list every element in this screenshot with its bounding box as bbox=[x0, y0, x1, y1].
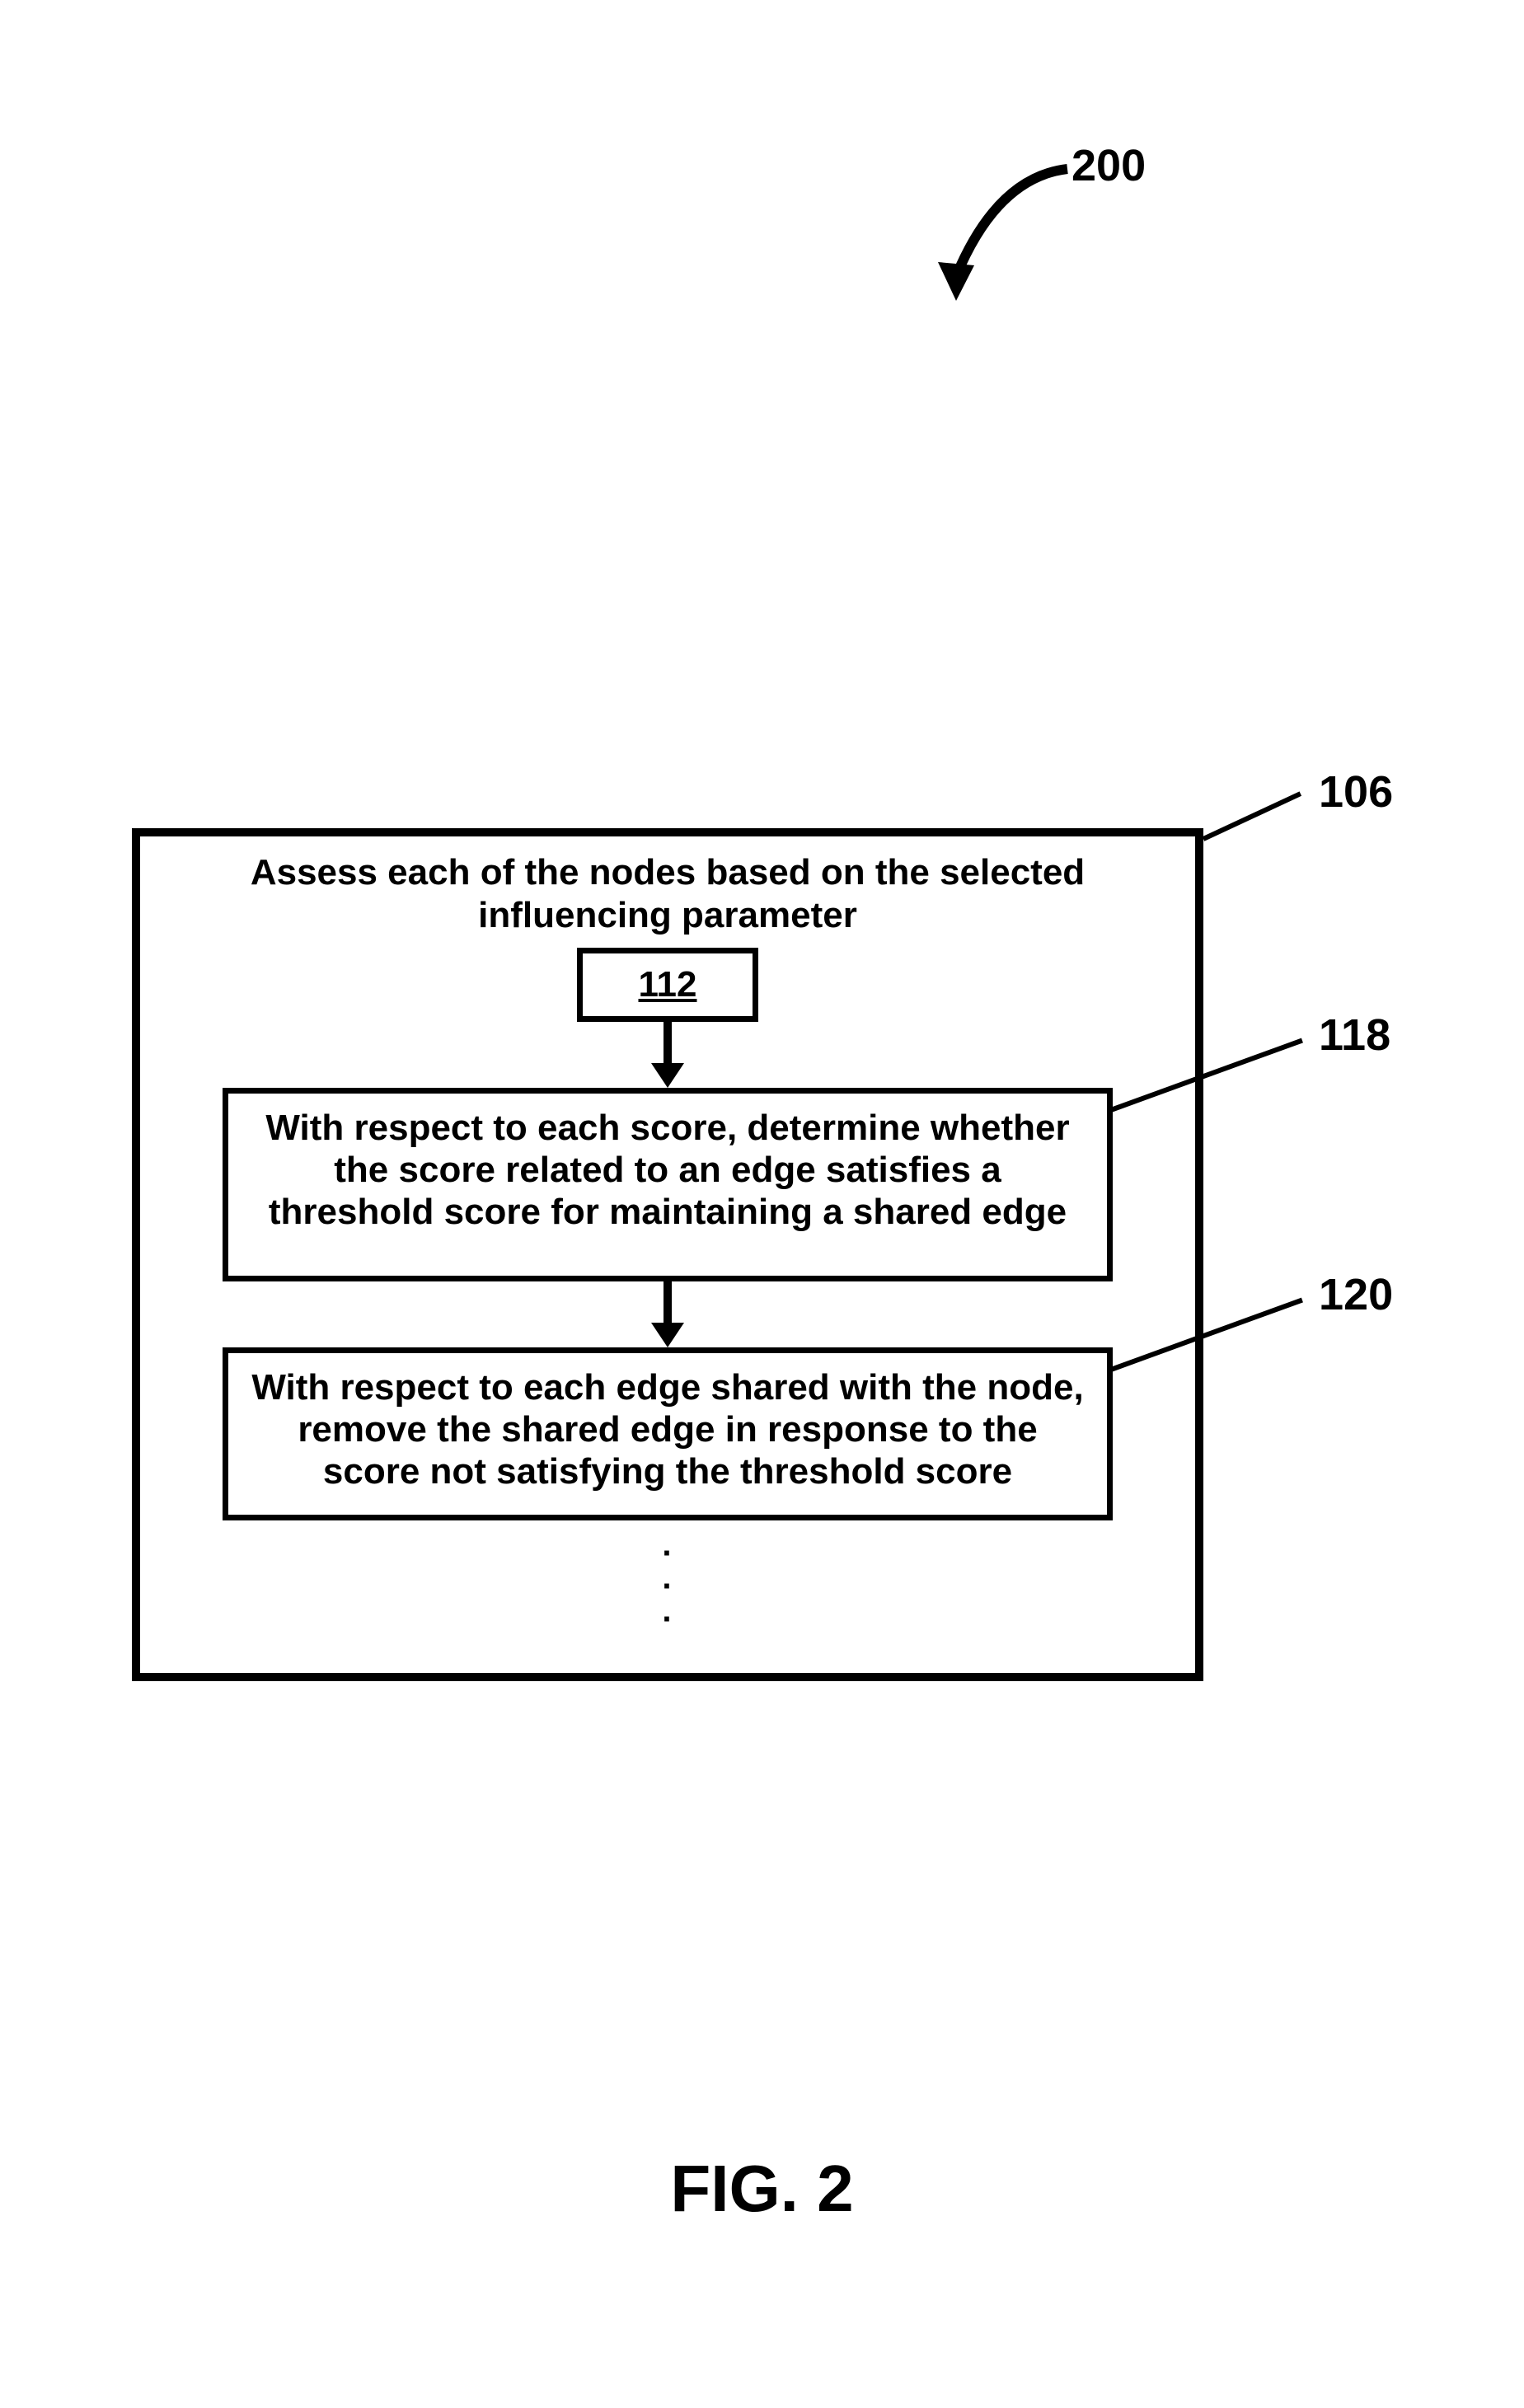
leader-line-106 bbox=[1203, 791, 1301, 841]
ref-label-120: 120 bbox=[1319, 1269, 1393, 1320]
step-118-text: With respect to each score, determine wh… bbox=[265, 1108, 1069, 1232]
ref-label-200: 200 bbox=[1071, 140, 1146, 191]
step-120-text: With respect to each edge shared with th… bbox=[251, 1367, 1083, 1492]
ref-label-106: 106 bbox=[1319, 766, 1393, 818]
curved-arrow-icon bbox=[907, 157, 1080, 321]
step-box-118: With respect to each score, determine wh… bbox=[223, 1088, 1113, 1281]
step-box-120: With respect to each edge shared with th… bbox=[223, 1347, 1113, 1520]
ref-box-112-label: 112 bbox=[639, 964, 697, 1005]
continuation-dots-icon: ··· bbox=[662, 1537, 673, 1636]
ref-box-112: 112 bbox=[577, 948, 758, 1022]
ref-label-118: 118 bbox=[1319, 1010, 1390, 1061]
container-title: Assess each of the nodes based on the se… bbox=[223, 851, 1113, 937]
figure-caption: FIG. 2 bbox=[0, 2151, 1524, 2227]
container-box-106: Assess each of the nodes based on the se… bbox=[132, 828, 1203, 1681]
diagram-canvas: { "figure": { "ref_label_top": "200", "c… bbox=[0, 0, 1524, 2408]
